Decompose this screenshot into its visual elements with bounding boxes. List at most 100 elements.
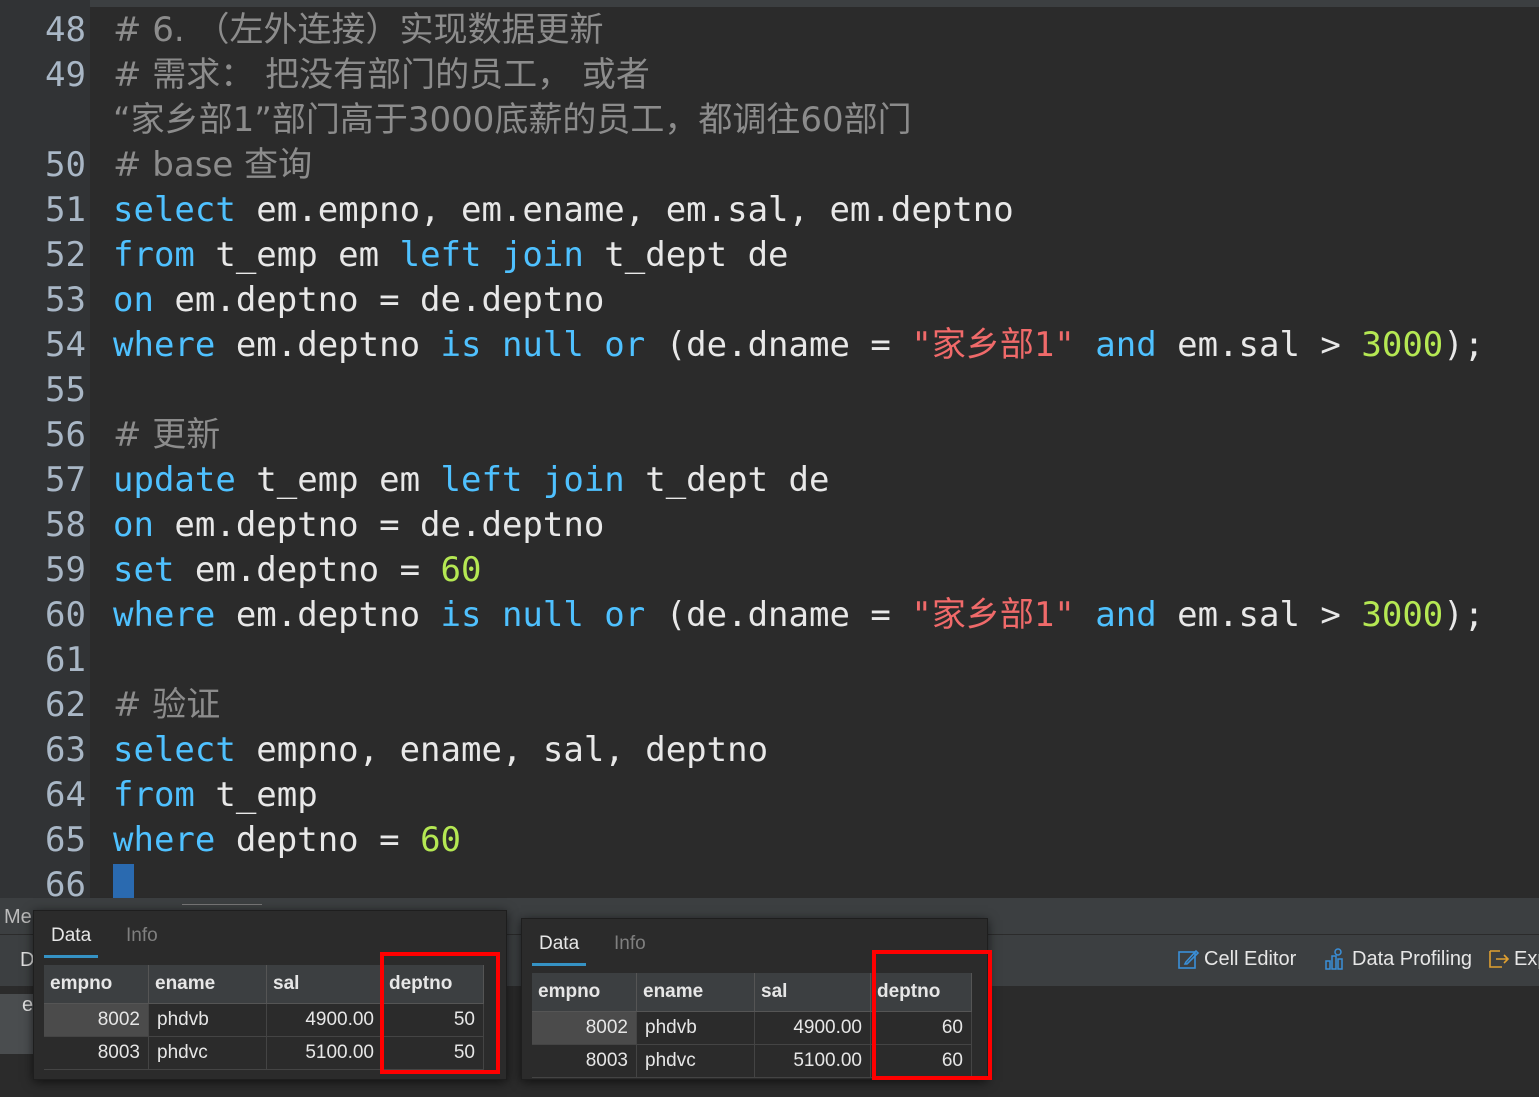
sql-keyword: left join (440, 460, 625, 500)
code-text[interactable]: update t_emp em left join t_dept de (113, 458, 829, 503)
tab-info[interactable]: Info (126, 925, 158, 947)
sql-keyword: where (113, 325, 216, 365)
sql-keyword: select (113, 190, 236, 230)
code-line[interactable]: 62 # 验证 (0, 683, 1539, 728)
number-literal: 60 (440, 550, 482, 590)
line-number: 48 (45, 10, 86, 50)
code-line[interactable]: 65 where deptno = 60 (0, 818, 1539, 863)
cell-sal[interactable]: 4900.00 (754, 1011, 871, 1045)
sql-keyword: left join (399, 235, 584, 275)
code-line[interactable]: 63 select empno, ename, sal, deptno (0, 728, 1539, 773)
code-line[interactable]: 64 from t_emp (0, 773, 1539, 818)
line-number: 51 (45, 190, 86, 230)
code-text[interactable]: # base 查询 (113, 143, 312, 188)
code-text[interactable]: on em.deptno = de.deptno (113, 278, 604, 323)
line-number: 56 (45, 415, 86, 455)
sql-keyword: where (113, 595, 216, 635)
tab-info[interactable]: Info (614, 933, 646, 955)
code-line[interactable]: 55 (0, 368, 1539, 413)
cell-empno[interactable]: 8003 (44, 1036, 149, 1070)
code-line[interactable]: 58 on em.deptno = de.deptno (0, 503, 1539, 548)
sql-keyword: select (113, 730, 236, 770)
sql-keyword: from (113, 775, 195, 815)
sql-keyword: where (113, 820, 216, 860)
cell-editor-button[interactable]: Cell Editor (1176, 947, 1296, 971)
code-line[interactable]: 53 on em.deptno = de.deptno (0, 278, 1539, 323)
sql-keyword: update (113, 460, 236, 500)
line-number: 64 (45, 775, 86, 815)
column-header-sal[interactable]: sal (754, 973, 871, 1012)
code-line[interactable]: 59 set em.deptno = 60 (0, 548, 1539, 593)
sql-editor[interactable]: 48 # 6. （左外连接）实现数据更新 49 # 需求： 把没有部门的员工， 或者 “… (0, 0, 1539, 898)
code-text[interactable]: where em.deptno is null or (de.dname = "… (113, 323, 1484, 368)
code-token: em.deptno (215, 595, 441, 635)
data-profiling-button[interactable]: Data Profiling (1324, 947, 1472, 971)
column-header-empno[interactable]: empno (44, 965, 149, 1004)
code-text[interactable]: # 需求： 把没有部门的员工， 或者 (113, 53, 650, 98)
code-line[interactable]: 66 (0, 863, 1539, 898)
comment: # 验证 (113, 685, 221, 725)
code-line[interactable]: 61 (0, 638, 1539, 683)
line-number: 55 (45, 370, 86, 410)
number-literal: 3000 (1361, 595, 1444, 635)
code-line[interactable]: 56 # 更新 (0, 413, 1539, 458)
code-text[interactable]: from t_emp em left join t_dept de (113, 233, 789, 278)
export-button[interactable]: Exp (1486, 947, 1539, 971)
code-text[interactable]: where em.deptno is null or (de.dname = "… (113, 593, 1484, 638)
column-header-empno[interactable]: empno (532, 973, 637, 1012)
column-header-ename[interactable]: ename (148, 965, 267, 1004)
cell-ename[interactable]: phdvc (148, 1036, 267, 1070)
line-number: 54 (45, 325, 86, 365)
code-text[interactable]: set em.deptno = 60 (113, 548, 481, 593)
pencil-icon (1178, 949, 1200, 969)
active-tab-indicator (532, 963, 586, 966)
cell-ename[interactable]: phdvb (636, 1011, 755, 1045)
code-line[interactable]: 48 # 6. （左外连接）实现数据更新 (0, 8, 1539, 53)
cell-empno[interactable]: 8002 (44, 1003, 149, 1037)
code-text[interactable]: # 更新 (113, 413, 220, 458)
code-text[interactable]: # 6. （左外连接）实现数据更新 (113, 8, 604, 53)
cell-empno[interactable]: 8003 (532, 1044, 637, 1078)
code-text[interactable]: select empno, ename, sal, deptno (113, 728, 768, 773)
code-text[interactable]: “家乡部1”部门高于3000底薪的员工，都调往60部门 (113, 98, 912, 143)
line-number: 57 (45, 460, 86, 500)
messages-tab[interactable]: Me (4, 906, 32, 929)
tab-data[interactable]: Data (51, 925, 91, 947)
cell-sal[interactable]: 5100.00 (266, 1036, 383, 1070)
cell-sal[interactable]: 4900.00 (266, 1003, 383, 1037)
cell-empno[interactable]: 8002 (532, 1011, 637, 1045)
code-line[interactable]: 50 # base 查询 (0, 143, 1539, 188)
code-token: t_emp em (235, 460, 441, 500)
sql-keyword: on (113, 505, 154, 545)
code-line[interactable]: 54 where em.deptno is null or (de.dname =… (0, 323, 1539, 368)
code-line[interactable]: 60 where em.deptno is null or (de.dname =… (0, 593, 1539, 638)
code-text[interactable]: from t_emp (113, 773, 318, 818)
column-header-ename[interactable]: ename (636, 973, 755, 1012)
code-line[interactable]: 52 from t_emp em left join t_dept de (0, 233, 1539, 278)
cell-ename[interactable]: phdvc (636, 1044, 755, 1078)
code-token: (de.dname = (645, 325, 912, 365)
code-text[interactable]: on em.deptno = de.deptno (113, 503, 604, 548)
sql-keyword: is null or (440, 325, 646, 365)
export-icon (1489, 950, 1510, 968)
comment: # 更新 (113, 415, 221, 455)
code-line[interactable]: “家乡部1”部门高于3000底薪的员工，都调往60部门 (0, 98, 1539, 143)
cell-sal[interactable]: 5100.00 (754, 1044, 871, 1078)
code-token: em.deptno (215, 325, 441, 365)
code-text[interactable]: where deptno = 60 (113, 818, 461, 863)
code-text[interactable]: select em.empno, em.ename, em.sal, em.de… (113, 188, 1014, 233)
code-line[interactable]: 57 update t_emp em left join t_dept de (0, 458, 1539, 503)
code-line[interactable]: 49 # 需求： 把没有部门的员工， 或者 (0, 53, 1539, 98)
code-token: t_dept de (583, 235, 789, 275)
code-text[interactable]: # 验证 (113, 683, 220, 728)
code-line[interactable]: 51 select em.empno, em.ename, em.sal, em.… (0, 188, 1539, 233)
column-header-sal[interactable]: sal (266, 965, 383, 1004)
cell-ename[interactable]: phdvb (148, 1003, 267, 1037)
line-number: 60 (45, 595, 86, 635)
code-token: deptno = (215, 820, 421, 860)
code-token: em.deptno = de.deptno (153, 505, 605, 545)
tab-data[interactable]: Data (539, 933, 579, 955)
code-token: em.sal > (1156, 595, 1362, 635)
sql-keyword: from (113, 235, 195, 275)
